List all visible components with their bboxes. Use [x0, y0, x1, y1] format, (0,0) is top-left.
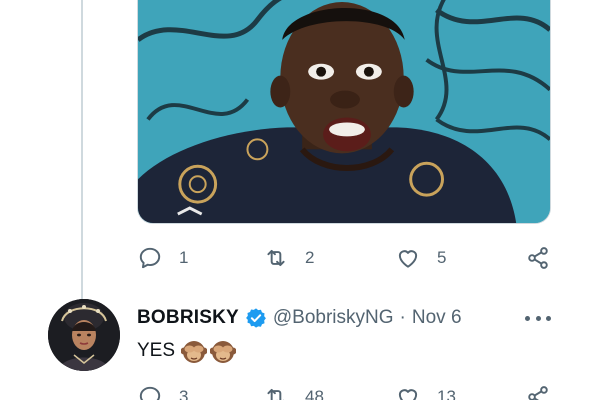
retweet-button[interactable]: 48 — [263, 382, 324, 400]
share-icon — [528, 386, 548, 400]
tweet-action-bar: 1 2 5 — [137, 243, 557, 273]
like-button[interactable]: 13 — [395, 382, 456, 400]
reply-button[interactable]: 3 — [137, 382, 188, 400]
reply-count: 1 — [179, 248, 189, 267]
more-dot-icon — [525, 315, 530, 321]
retweet-count: 2 — [305, 248, 315, 267]
see-no-evil-monkey-icon — [210, 341, 237, 363]
like-count: 5 — [437, 248, 447, 267]
reply-icon — [139, 386, 161, 400]
tweet-media-image[interactable] — [137, 0, 551, 224]
like-button[interactable]: 5 — [395, 243, 446, 273]
share-button[interactable] — [525, 243, 551, 273]
tweet-text-content: YES — [137, 340, 176, 361]
more-options-button[interactable] — [525, 312, 551, 324]
more-dot-icon — [546, 315, 551, 321]
retweet-icon — [267, 388, 285, 400]
reply-count: 3 — [179, 387, 189, 400]
tweet-date[interactable]: Nov 6 — [412, 307, 462, 329]
header-separator: · — [399, 307, 406, 328]
thread-connector-line — [81, 0, 83, 300]
display-name[interactable]: BOBRISKY — [137, 307, 239, 329]
share-button[interactable] — [525, 382, 551, 400]
avatar[interactable] — [48, 299, 120, 371]
verified-badge-icon — [245, 308, 266, 328]
reply-button[interactable]: 1 — [137, 243, 188, 273]
reply-icon — [139, 247, 161, 269]
heart-icon — [398, 389, 418, 400]
heart-icon — [398, 250, 418, 268]
tweet-header: BOBRISKY @BobriskyNG · Nov 6 — [137, 304, 462, 332]
more-dot-icon — [535, 315, 541, 321]
retweet-button[interactable]: 2 — [263, 243, 314, 273]
like-count: 13 — [437, 387, 456, 400]
user-handle[interactable]: @BobriskyNG — [273, 307, 394, 329]
tweet-action-bar: 3 48 13 — [137, 382, 557, 400]
retweet-icon — [267, 249, 285, 267]
share-icon — [528, 247, 548, 269]
see-no-evil-monkey-icon — [181, 341, 208, 363]
retweet-count: 48 — [305, 387, 324, 400]
tweet-text: YES — [137, 337, 237, 365]
